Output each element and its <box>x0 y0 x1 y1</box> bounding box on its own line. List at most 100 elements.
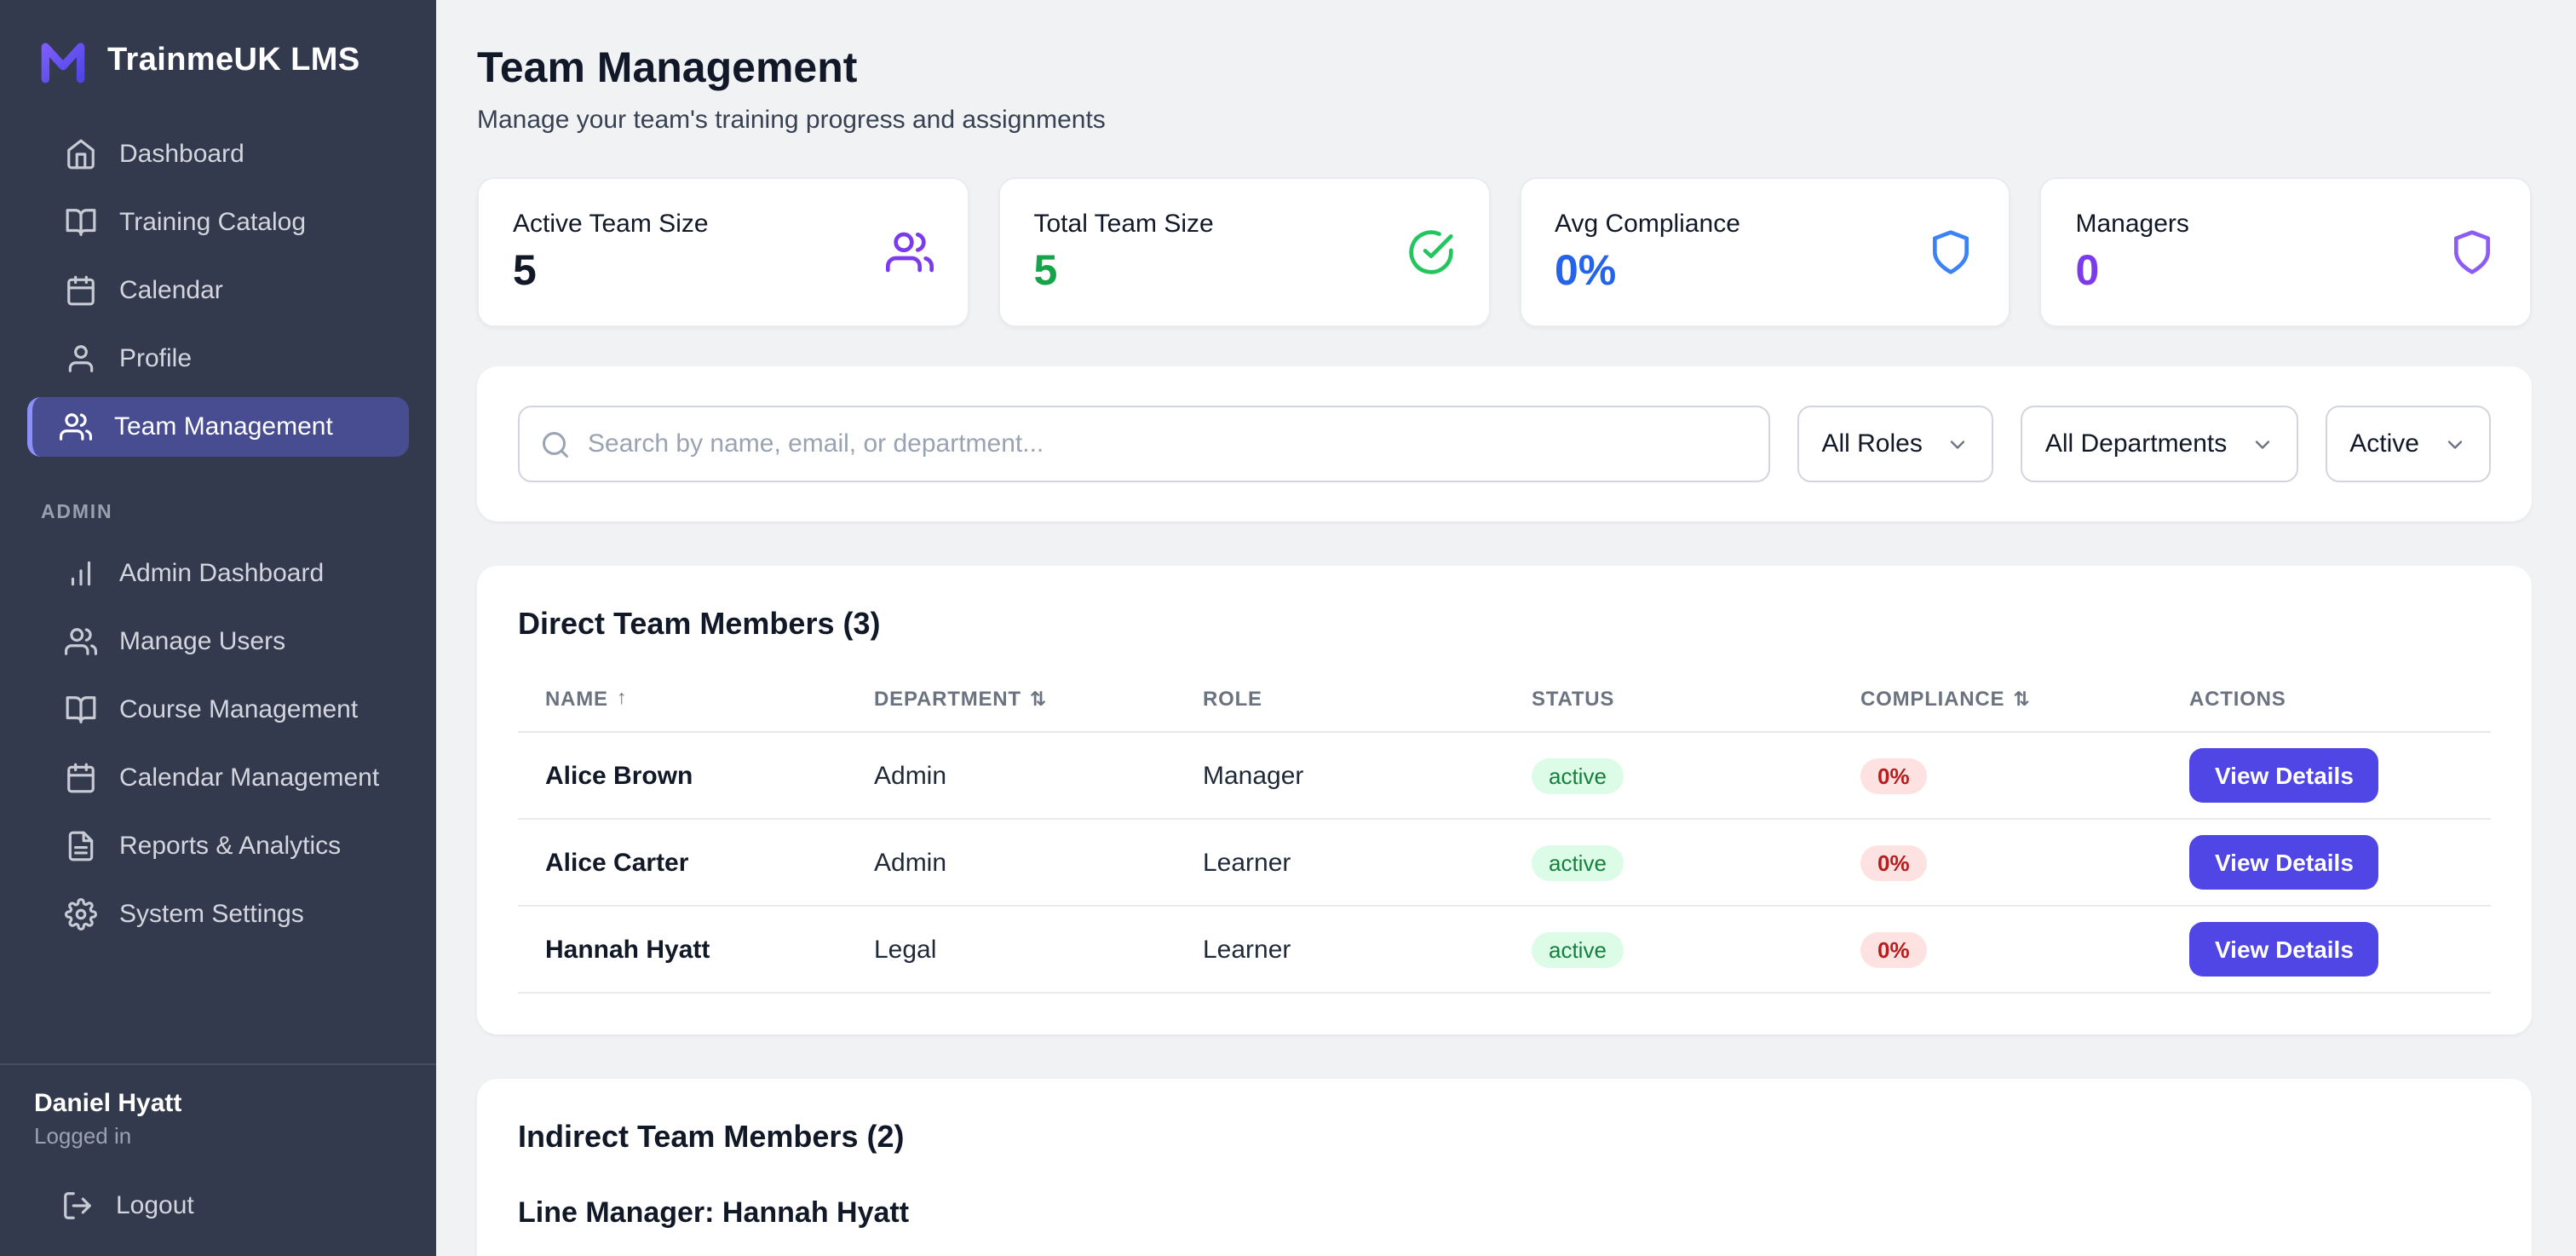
column-header-actions: ACTIONS <box>2162 687 2491 711</box>
cell-role: Learner <box>1176 848 1504 877</box>
home-icon <box>65 138 97 170</box>
table-row: Alice Brown Admin Manager active 0% View… <box>518 733 2491 820</box>
cell-name: Hannah Hyatt <box>518 935 847 964</box>
sidebar-item-label: Dashboard <box>119 140 244 169</box>
cell-status: active <box>1504 758 1833 793</box>
search-input[interactable] <box>518 406 1770 482</box>
stat-card-managers: Managers 0 <box>2040 177 2533 327</box>
logged-in-user-name: Daniel Hyatt <box>34 1089 402 1118</box>
column-header-department[interactable]: DEPARTMENT ⇅ <box>847 687 1176 711</box>
cell-role: Learner <box>1176 935 1504 964</box>
sidebar-item-label: Calendar <box>119 276 223 305</box>
sidebar-item-label: Training Catalog <box>119 208 306 237</box>
page-subtitle: Manage your team's training progress and… <box>477 106 2532 135</box>
sidebar-item-admin-dashboard[interactable]: Admin Dashboard <box>27 544 409 603</box>
table-row: Alice Carter Admin Learner active 0% Vie… <box>518 820 2491 907</box>
sidebar-item-reports-analytics[interactable]: Reports & Analytics <box>27 816 409 876</box>
departments-filter-select[interactable]: All Departments <box>2021 406 2298 482</box>
app-title: TrainmeUK LMS <box>107 43 360 80</box>
gear-icon <box>65 898 97 930</box>
sidebar-item-label: System Settings <box>119 900 304 929</box>
cell-status: active <box>1504 931 1833 967</box>
roles-filter-value: All Roles <box>1821 429 1922 458</box>
main-content: Team Management Manage your team's train… <box>436 0 2576 1256</box>
stat-value: 5 <box>513 246 709 296</box>
status-filter-select[interactable]: Active <box>2326 406 2491 482</box>
stat-card-avg-compliance: Avg Compliance 0% <box>1519 177 2011 327</box>
cell-status: active <box>1504 844 1833 880</box>
compliance-badge: 0% <box>1860 844 1927 880</box>
book-open-icon <box>65 206 97 239</box>
sidebar-item-profile[interactable]: Profile <box>27 329 409 389</box>
user-icon <box>65 343 97 375</box>
cell-department: Admin <box>847 761 1176 790</box>
status-badge: active <box>1532 758 1624 793</box>
indirect-team-title: Indirect Team Members (2) <box>518 1120 2491 1155</box>
sidebar-item-label: Reports & Analytics <box>119 832 341 861</box>
logout-button[interactable]: Logout <box>34 1190 402 1222</box>
direct-team-table: NAME ↑ DEPARTMENT ⇅ ROLE STATUS COMPLIAN <box>518 687 2491 994</box>
status-badge: active <box>1532 844 1624 880</box>
stat-value: 5 <box>1034 246 1214 296</box>
app-window: TrainmeUK LMS Dashboard Training Catalog… <box>0 0 2576 1256</box>
chevron-down-icon <box>2251 432 2274 456</box>
logged-in-status: Logged in <box>34 1123 402 1149</box>
sidebar-item-team-management[interactable]: Team Management <box>27 397 409 457</box>
users-icon <box>65 625 97 658</box>
cell-compliance: 0% <box>1833 931 2162 967</box>
sidebar-item-manage-users[interactable]: Manage Users <box>27 612 409 671</box>
column-header-name[interactable]: NAME ↑ <box>518 687 847 711</box>
column-header-status: STATUS <box>1504 687 1833 711</box>
view-details-button[interactable]: View Details <box>2189 922 2379 977</box>
book-open-icon <box>65 694 97 726</box>
calendar-icon <box>65 762 97 794</box>
roles-filter-select[interactable]: All Roles <box>1797 406 1993 482</box>
sidebar-item-calendar[interactable]: Calendar <box>27 261 409 320</box>
bar-chart-icon <box>65 557 97 590</box>
column-header-compliance[interactable]: COMPLIANCE ⇅ <box>1833 687 2162 711</box>
filter-bar: All Roles All Departments Active <box>477 366 2532 521</box>
admin-nav: Admin Dashboard Manage Users Course Mana… <box>0 544 436 953</box>
view-details-button[interactable]: View Details <box>2189 748 2379 803</box>
search-icon <box>540 429 571 459</box>
sort-asc-icon: ↑ <box>617 688 627 709</box>
cell-actions: View Details <box>2162 835 2491 890</box>
sidebar-item-label: Admin Dashboard <box>119 559 324 588</box>
check-circle-icon <box>1406 228 1454 276</box>
cell-compliance: 0% <box>1833 758 2162 793</box>
stat-card-active-team-size: Active Team Size 5 <box>477 177 969 327</box>
compliance-badge: 0% <box>1860 931 1927 967</box>
sidebar-item-label: Manage Users <box>119 627 285 656</box>
direct-team-title: Direct Team Members (3) <box>518 607 2491 642</box>
stats-row: Active Team Size 5 Total Team Size 5 A <box>477 177 2532 327</box>
direct-team-panel: Direct Team Members (3) NAME ↑ DEPARTMEN… <box>477 566 2532 1034</box>
shield-icon <box>2448 228 2496 276</box>
chevron-down-icon <box>1946 432 1970 456</box>
sidebar-item-system-settings[interactable]: System Settings <box>27 884 409 944</box>
sidebar-item-calendar-management[interactable]: Calendar Management <box>27 748 409 808</box>
table-row: Hannah Hyatt Legal Learner active 0% Vie… <box>518 907 2491 994</box>
column-header-role: ROLE <box>1176 687 1504 711</box>
file-text-icon <box>65 830 97 862</box>
stat-label: Managers <box>2076 209 2189 238</box>
users-icon <box>886 228 934 276</box>
cell-name: Alice Brown <box>518 761 847 790</box>
sidebar-item-dashboard[interactable]: Dashboard <box>27 124 409 184</box>
cell-name: Alice Carter <box>518 848 847 877</box>
cell-actions: View Details <box>2162 922 2491 977</box>
compliance-badge: 0% <box>1860 758 1927 793</box>
sidebar-item-course-management[interactable]: Course Management <box>27 680 409 740</box>
search-field-wrap <box>518 406 1770 482</box>
app-logo-icon <box>37 36 89 87</box>
departments-filter-value: All Departments <box>2045 429 2227 458</box>
sidebar-item-training-catalog[interactable]: Training Catalog <box>27 193 409 252</box>
logout-icon <box>61 1190 94 1222</box>
view-details-button[interactable]: View Details <box>2189 835 2379 890</box>
stat-card-total-team-size: Total Team Size 5 <box>998 177 1491 327</box>
status-filter-value: Active <box>2349 429 2419 458</box>
chevron-down-icon <box>2443 432 2467 456</box>
cell-department: Admin <box>847 848 1176 877</box>
cell-department: Legal <box>847 935 1176 964</box>
admin-section-label: ADMIN <box>0 465 436 544</box>
viewport: TrainmeUK LMS Dashboard Training Catalog… <box>0 0 2576 1256</box>
